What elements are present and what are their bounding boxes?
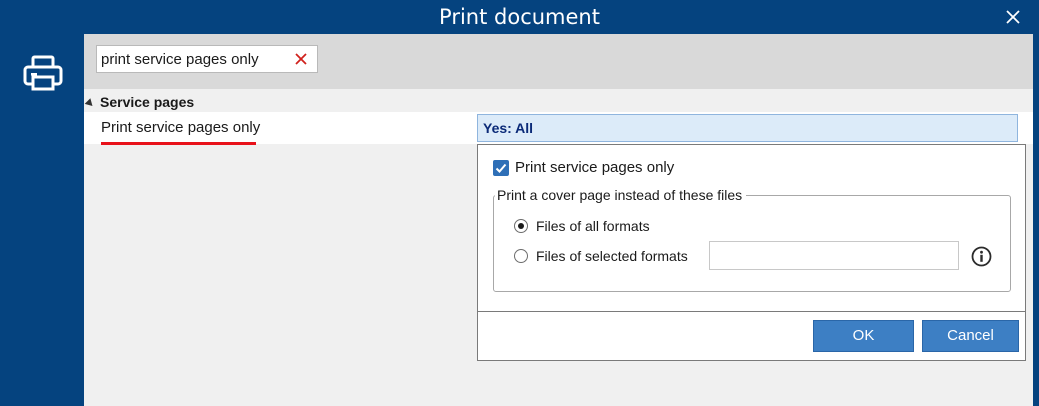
checkbox-label: Print service pages only: [515, 159, 675, 176]
clear-x-icon[interactable]: [295, 53, 307, 65]
title-bar: Print document: [0, 0, 1039, 34]
popup-divider: [478, 311, 1025, 312]
fieldset-legend: Print a cover page instead of these file…: [495, 186, 747, 204]
collapse-triangle-icon[interactable]: [84, 97, 96, 109]
right-window-edge: [1033, 34, 1039, 406]
main-content: print service pages only Service pages P…: [84, 34, 1033, 406]
left-sidebar: [0, 34, 84, 406]
info-icon[interactable]: [971, 246, 992, 267]
selected-formats-input[interactable]: [709, 241, 959, 270]
close-icon[interactable]: [1003, 7, 1023, 27]
cancel-button[interactable]: Cancel: [922, 320, 1019, 352]
search-input[interactable]: print service pages only: [96, 45, 318, 73]
window-title: Print document: [439, 5, 600, 29]
checkmark-icon: [495, 163, 507, 173]
print-service-pages-checkbox[interactable]: [493, 160, 509, 176]
search-bar: print service pages only: [84, 34, 1033, 89]
group-label: Service pages: [100, 94, 195, 110]
property-name: Print service pages only: [101, 119, 261, 136]
radio-selected-formats[interactable]: [514, 249, 528, 263]
ok-button[interactable]: OK: [813, 320, 914, 352]
search-match-underline: [101, 142, 256, 145]
group-header-service-pages[interactable]: Service pages: [84, 92, 1033, 112]
printer-icon: [23, 55, 63, 91]
property-value-dropdown[interactable]: Yes: All: [477, 114, 1018, 142]
radio-all-formats-label: Files of all formats: [536, 218, 650, 234]
search-input-value: print service pages only: [101, 51, 259, 68]
options-popup: Print service pages only Print a cover p…: [477, 144, 1026, 361]
radio-all-formats[interactable]: [514, 219, 528, 233]
radio-selected-formats-label: Files of selected formats: [536, 248, 688, 264]
